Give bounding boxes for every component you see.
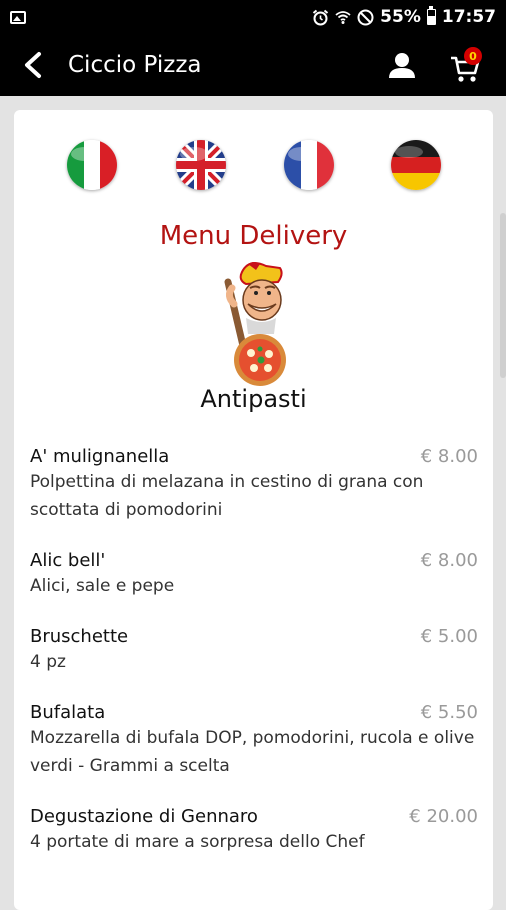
cart-count-badge: 0 bbox=[464, 47, 482, 65]
item-name: Bruschette bbox=[30, 626, 129, 647]
menu-items-list: A' mulignanella € 8.00 Polpettina di mel… bbox=[30, 446, 478, 882]
menu-card: Menu Delivery Antipasti A' mulignanella … bbox=[14, 110, 493, 910]
section-title: Antipasti bbox=[200, 385, 307, 413]
status-time: 17:57 bbox=[441, 7, 496, 27]
item-price: € 8.00 bbox=[420, 446, 478, 467]
item-price: € 20.00 bbox=[409, 806, 478, 827]
user-icon bbox=[389, 53, 415, 78]
back-button[interactable] bbox=[18, 50, 48, 80]
menu-title: Menu Delivery bbox=[159, 221, 348, 251]
french-flag-icon[interactable] bbox=[284, 140, 334, 190]
item-name: Alic bell' bbox=[30, 550, 106, 571]
menu-item[interactable]: Alic bell' € 8.00 Alici, sale e pepe bbox=[30, 550, 478, 600]
item-description: Alici, sale e pepe bbox=[30, 576, 175, 596]
item-description: 4 portate di mare a sorpresa dello Chef bbox=[30, 832, 365, 852]
item-name: A' mulignanella bbox=[30, 446, 170, 467]
item-description: Polpettina di melazana in cestino di gra… bbox=[30, 472, 424, 520]
language-flags bbox=[14, 140, 493, 194]
back-arrow-icon bbox=[25, 52, 41, 78]
menu-item[interactable]: Degustazione di Gennaro € 20.00 4 portat… bbox=[30, 806, 478, 856]
menu-item[interactable]: A' mulignanella € 8.00 Polpettina di mel… bbox=[30, 446, 478, 524]
alarm-icon bbox=[312, 9, 329, 26]
pizza-chef-mascot-logo bbox=[214, 260, 304, 390]
app-title: Ciccio Pizza bbox=[68, 52, 202, 78]
battery-icon bbox=[426, 6, 436, 25]
battery-percent: 55% bbox=[380, 7, 421, 27]
status-left bbox=[10, 10, 26, 24]
item-price: € 8.00 bbox=[420, 550, 478, 571]
status-right: 55% 17:57 bbox=[312, 6, 496, 27]
german-flag-icon[interactable] bbox=[391, 140, 441, 190]
item-description: 4 pz bbox=[30, 652, 66, 672]
app-bar: Ciccio Pizza 0 bbox=[0, 34, 506, 96]
item-price: € 5.00 bbox=[420, 626, 478, 647]
menu-item[interactable]: Bruschette € 5.00 4 pz bbox=[30, 626, 478, 676]
image-notification-icon bbox=[10, 10, 26, 24]
wifi-icon bbox=[335, 9, 351, 25]
item-name: Bufalata bbox=[30, 702, 106, 723]
item-description: Mozzarella di bufala DOP, pomodorini, ru… bbox=[30, 728, 475, 776]
menu-item[interactable]: Bufalata € 5.50 Mozzarella di bufala DOP… bbox=[30, 702, 478, 780]
status-bar: 55% 17:57 bbox=[0, 0, 506, 34]
italian-flag-icon[interactable] bbox=[67, 140, 117, 190]
scrollbar[interactable] bbox=[500, 213, 506, 378]
uk-flag-icon[interactable] bbox=[176, 140, 226, 190]
item-price: € 5.50 bbox=[420, 702, 478, 723]
cart-button[interactable]: 0 bbox=[450, 45, 486, 85]
item-name: Degustazione di Gennaro bbox=[30, 806, 258, 827]
do-not-disturb-icon bbox=[357, 9, 374, 26]
user-button[interactable] bbox=[386, 49, 418, 81]
